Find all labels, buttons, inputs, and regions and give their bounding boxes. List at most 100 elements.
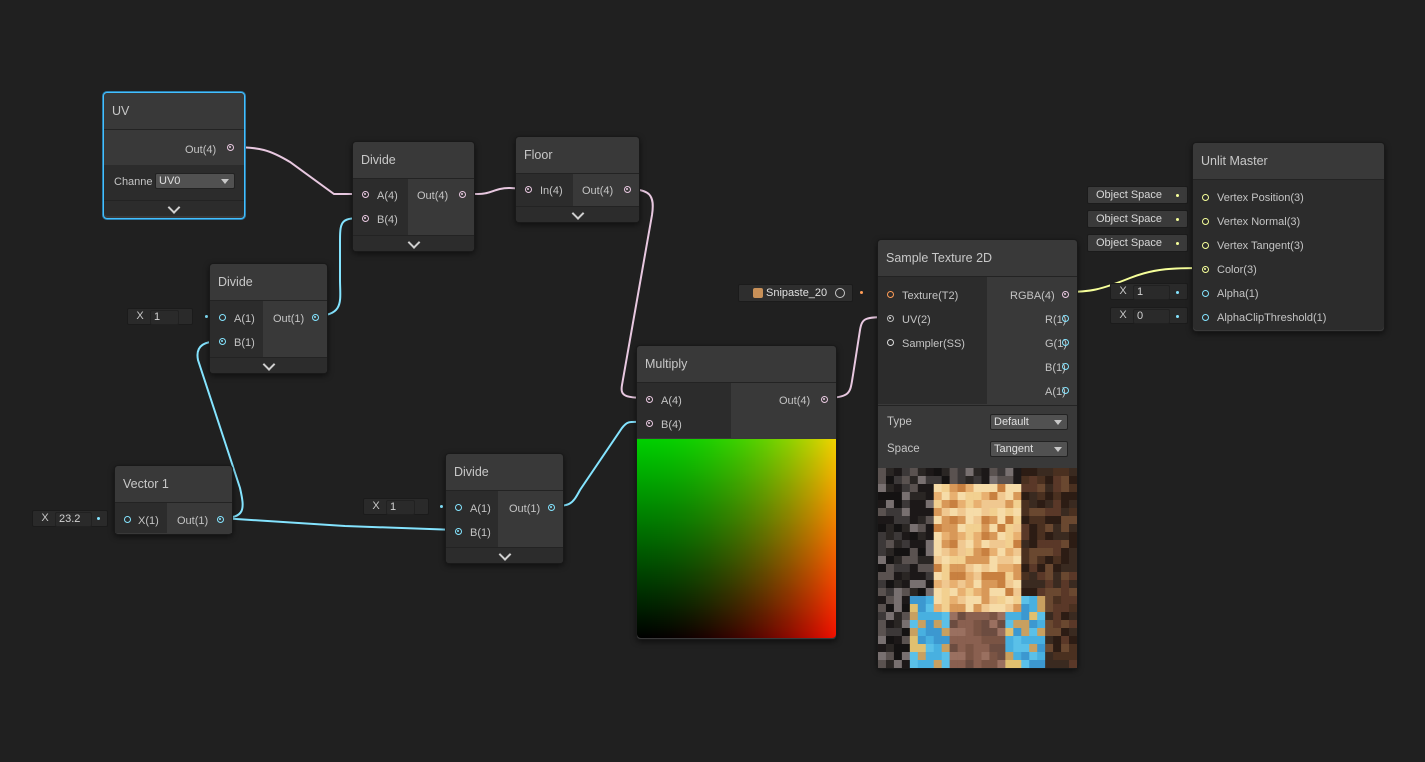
input-port-vertex-tangent[interactable] (1202, 242, 1209, 249)
preview-pixel (909, 596, 919, 605)
vertex-normal-space-field[interactable]: Object Space (1087, 210, 1188, 228)
vector1-node[interactable]: Vector 1 X(1) Out(1) (114, 465, 233, 535)
collapse-bar[interactable] (353, 235, 474, 251)
inputs-area (637, 383, 731, 438)
unlit-master-node[interactable]: Unlit Master Vertex Position(3) Vertex N… (1192, 142, 1385, 332)
preview-pixel (1021, 532, 1030, 541)
input-port-a[interactable] (219, 314, 226, 321)
preview-pixel (925, 612, 935, 621)
collapse-bar[interactable] (516, 206, 639, 222)
space-dropdown[interactable]: Tangent (990, 441, 1068, 457)
preview-pixel (949, 588, 958, 597)
dropdown-arrow-icon (1054, 447, 1062, 452)
vertex-tangent-space-field[interactable]: Object Space (1087, 234, 1188, 252)
input-port-b[interactable] (362, 215, 369, 222)
preview-pixel (997, 540, 1006, 549)
field-value[interactable]: 0 (1133, 309, 1170, 324)
input-port-alpha[interactable] (1202, 290, 1209, 297)
input-port-texture[interactable] (887, 291, 894, 298)
node-title: Multiply (637, 346, 836, 383)
preview-pixel (997, 652, 1006, 661)
preview-pixel (1037, 468, 1046, 477)
vertex-position-space-field[interactable]: Object Space (1087, 186, 1188, 204)
preview-pixel (941, 556, 950, 565)
output-port[interactable] (821, 396, 828, 403)
preview-pixel (909, 508, 919, 517)
output-port-g[interactable] (1062, 339, 1069, 346)
input-port-color[interactable] (1202, 266, 1209, 273)
preview-pixel (1053, 620, 1062, 629)
input-port-sampler[interactable] (887, 339, 894, 346)
preview-pixel (917, 596, 927, 605)
output-port[interactable] (217, 516, 224, 523)
output-port[interactable] (312, 314, 319, 321)
collapse-bar[interactable] (446, 547, 563, 563)
texture-asset-field[interactable]: Snipaste_20 (738, 284, 853, 302)
input-port-b[interactable] (455, 528, 462, 535)
output-port[interactable] (459, 191, 466, 198)
input-port-b[interactable] (646, 420, 653, 427)
preview-pixel (997, 596, 1006, 605)
preview-pixel (933, 660, 942, 668)
node-title: Unlit Master (1193, 143, 1384, 180)
preview-pixel (949, 564, 958, 573)
preview-pixel (973, 540, 982, 549)
field-value[interactable]: 23.2 (55, 512, 92, 527)
connector-dot (1176, 291, 1179, 294)
input-port-a[interactable] (646, 396, 653, 403)
object-picker-icon[interactable] (835, 288, 845, 298)
input-port-vertex-position[interactable] (1202, 194, 1209, 201)
output-port-r[interactable] (1062, 315, 1069, 322)
preview-pixel (917, 508, 927, 517)
preview-pixel (1029, 508, 1038, 517)
divide-bot-node[interactable]: Divide A(1) B(1) Out(1) (445, 453, 564, 564)
preview-pixel (1053, 660, 1062, 668)
type-dropdown[interactable]: Default (990, 414, 1068, 430)
input-port-vertex-normal[interactable] (1202, 218, 1209, 225)
output-port-b[interactable] (1062, 363, 1069, 370)
preview-pixel (1013, 612, 1022, 621)
input-port-uv[interactable] (887, 315, 894, 322)
preview-pixel (1061, 572, 1070, 581)
field-value[interactable]: 1 (386, 500, 415, 515)
collapse-bar[interactable] (210, 357, 327, 373)
divide-top-node[interactable]: Divide A(4) B(4) Out(4) (352, 141, 475, 252)
output-port[interactable] (548, 504, 555, 511)
output-port[interactable] (227, 144, 234, 151)
preview-pixel (965, 652, 974, 661)
input-port-a[interactable] (455, 504, 462, 511)
field-value[interactable]: 1 (150, 310, 179, 325)
preview-pixel (917, 548, 927, 557)
input-port-x[interactable] (124, 516, 131, 523)
output-port-a[interactable] (1062, 387, 1069, 394)
preview-pixel (941, 500, 950, 509)
output-port-rgba[interactable] (1062, 291, 1069, 298)
preview-pixel (917, 492, 927, 501)
preview-pixel (1045, 516, 1054, 525)
multiply-node[interactable]: Multiply A(4) B(4) Out(4) (636, 345, 837, 640)
output-port[interactable] (624, 186, 631, 193)
input-port-a[interactable] (362, 191, 369, 198)
preview-pixel (1069, 532, 1077, 541)
field-value[interactable]: 1 (1133, 285, 1170, 300)
input-port-alpha-clip[interactable] (1202, 314, 1209, 321)
input-port-b[interactable] (219, 338, 226, 345)
preview-pixel (917, 532, 927, 541)
divide-bot-a-field[interactable]: X 1 (363, 498, 429, 515)
divide-mid-a-field[interactable]: X 1 (127, 308, 193, 325)
preview-pixel (1005, 588, 1014, 597)
preview-pixel (1061, 636, 1070, 645)
floor-node[interactable]: Floor In(4) Out(4) (515, 136, 640, 223)
preview-pixel (885, 652, 895, 661)
preview-pixel (1037, 644, 1046, 653)
preview-pixel (1029, 652, 1038, 661)
input-port-in[interactable] (525, 186, 532, 193)
collapse-bar[interactable] (104, 200, 244, 216)
divide-mid-node[interactable]: Divide A(1) B(1) Out(1) (209, 263, 328, 374)
preview-pixel (1045, 580, 1054, 589)
sample-texture-node[interactable]: Sample Texture 2D Texture(T2) UV(2) Samp… (877, 239, 1078, 669)
channel-dropdown[interactable]: UV0 (155, 173, 235, 189)
type-value: Default (994, 416, 1029, 428)
uv-node[interactable]: UV Out(4) Channe UV0 (103, 92, 245, 219)
preview-pixel (949, 612, 958, 621)
